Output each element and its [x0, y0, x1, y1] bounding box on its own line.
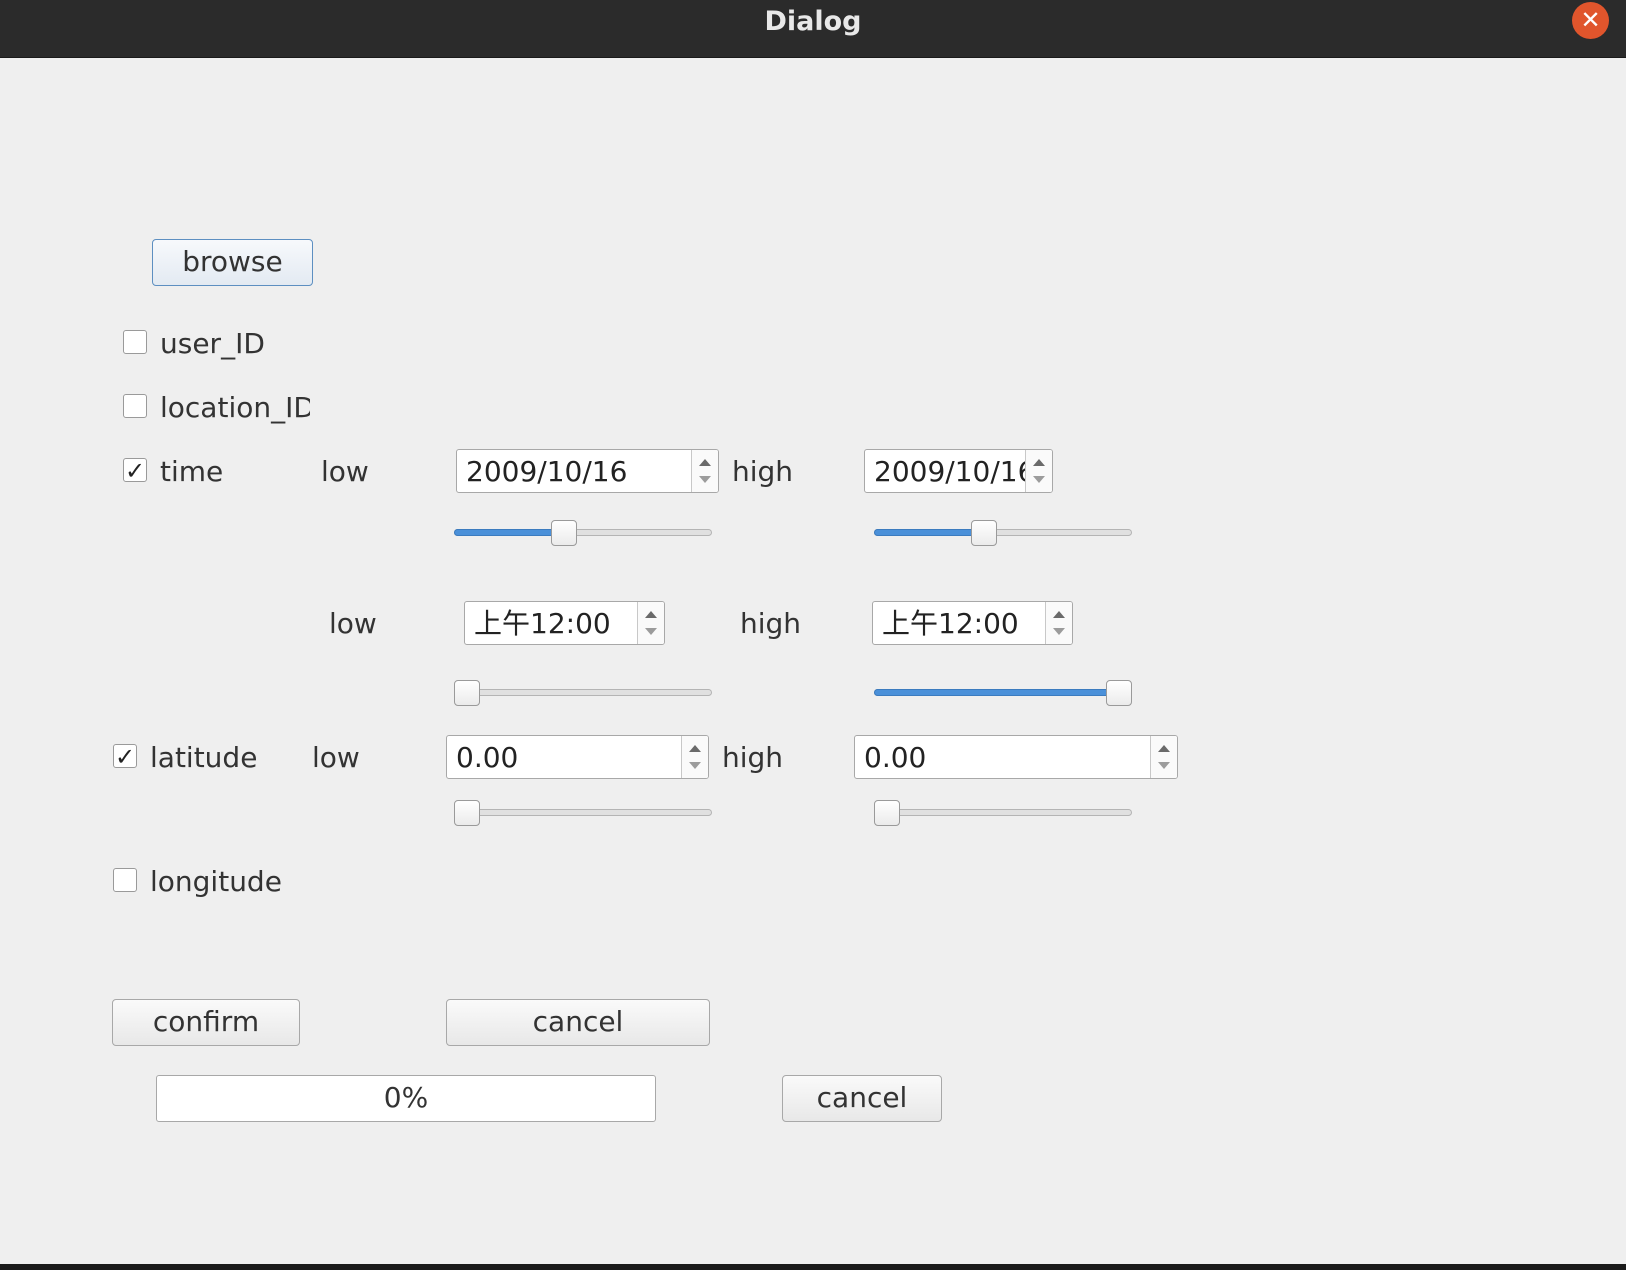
- slider-handle[interactable]: [971, 520, 998, 546]
- slider-handle[interactable]: [1106, 680, 1132, 706]
- chevron-up-icon[interactable]: [645, 611, 657, 618]
- time-date-high-value: 2009/10/16: [874, 455, 1027, 488]
- time-clock-low-label: low: [329, 607, 377, 640]
- slider-fill: [874, 529, 985, 536]
- chevron-down-icon[interactable]: [1053, 628, 1065, 635]
- latitude-checkbox[interactable]: ✓: [113, 744, 137, 769]
- spin-arrows[interactable]: [691, 450, 718, 492]
- longitude-label: longitude: [150, 865, 282, 898]
- time-clock-low-spinbox[interactable]: 上午12:00: [464, 601, 665, 645]
- chevron-up-icon[interactable]: [699, 459, 711, 466]
- chevron-down-icon[interactable]: [1158, 762, 1170, 769]
- cancel-button[interactable]: cancel: [446, 999, 710, 1046]
- time-clock-high-slider[interactable]: [874, 678, 1132, 708]
- chevron-up-icon[interactable]: [1053, 611, 1065, 618]
- latitude-high-slider[interactable]: [874, 798, 1132, 828]
- slider-groove: [874, 809, 1132, 816]
- time-date-high-slider[interactable]: [874, 518, 1132, 548]
- time-clock-low-value: 上午12:00: [474, 607, 611, 640]
- time-checkbox[interactable]: ✓: [123, 458, 147, 483]
- spin-arrows[interactable]: [637, 602, 664, 644]
- slider-fill: [454, 529, 565, 536]
- time-clock-high-label: high: [740, 607, 802, 640]
- progress-bar: 0%: [156, 1075, 656, 1122]
- location-id-label: location_ID: [160, 391, 310, 424]
- user-id-label: user_ID: [160, 327, 265, 360]
- slider-handle[interactable]: [551, 520, 578, 546]
- slider-handle[interactable]: [874, 800, 900, 826]
- spin-arrows[interactable]: [1045, 602, 1072, 644]
- latitude-high-label: high: [722, 741, 784, 774]
- slider-groove: [454, 809, 712, 816]
- chevron-down-icon[interactable]: [689, 762, 701, 769]
- longitude-checkbox[interactable]: [113, 868, 137, 892]
- time-clock-high-value: 上午12:00: [882, 607, 1019, 640]
- time-clock-high-spinbox[interactable]: 上午12:00: [872, 601, 1073, 645]
- time-date-low-label: low: [321, 455, 369, 488]
- slider-fill: [874, 689, 1119, 696]
- chevron-down-icon[interactable]: [1033, 476, 1045, 483]
- window-title: Dialog: [764, 6, 862, 37]
- slider-groove: [454, 689, 712, 696]
- spin-arrows[interactable]: [1150, 736, 1177, 778]
- time-clock-low-slider[interactable]: [454, 678, 712, 708]
- spin-arrows[interactable]: [1025, 450, 1052, 492]
- time-date-low-spinbox[interactable]: 2009/10/16: [456, 449, 719, 493]
- chevron-down-icon[interactable]: [645, 628, 657, 635]
- latitude-low-spinbox[interactable]: 0.00: [446, 735, 709, 779]
- latitude-low-label: low: [312, 741, 360, 774]
- bottom-edge: [0, 1264, 1626, 1270]
- time-label: time: [160, 455, 224, 488]
- browse-button[interactable]: browse: [152, 239, 313, 286]
- progress-cancel-button[interactable]: cancel: [782, 1075, 942, 1122]
- user-id-checkbox[interactable]: [123, 330, 147, 354]
- latitude-high-value: 0.00: [864, 741, 927, 774]
- latitude-label: latitude: [150, 741, 258, 774]
- confirm-button[interactable]: confirm: [112, 999, 300, 1046]
- time-date-low-value: 2009/10/16: [466, 455, 628, 488]
- time-date-low-slider[interactable]: [454, 518, 712, 548]
- slider-handle[interactable]: [454, 680, 480, 706]
- time-date-high-spinbox[interactable]: 2009/10/16: [864, 449, 1053, 493]
- time-date-high-label: high: [732, 455, 794, 488]
- chevron-down-icon[interactable]: [699, 476, 711, 483]
- chevron-up-icon[interactable]: [1158, 745, 1170, 752]
- latitude-low-value: 0.00: [456, 741, 519, 774]
- location-id-checkbox[interactable]: [123, 394, 147, 418]
- slider-handle[interactable]: [454, 800, 480, 826]
- chevron-up-icon[interactable]: [1033, 459, 1045, 466]
- latitude-high-spinbox[interactable]: 0.00: [854, 735, 1178, 779]
- close-icon[interactable]: ✕: [1572, 2, 1609, 39]
- chevron-up-icon[interactable]: [689, 745, 701, 752]
- spin-arrows[interactable]: [681, 736, 708, 778]
- latitude-low-slider[interactable]: [454, 798, 712, 828]
